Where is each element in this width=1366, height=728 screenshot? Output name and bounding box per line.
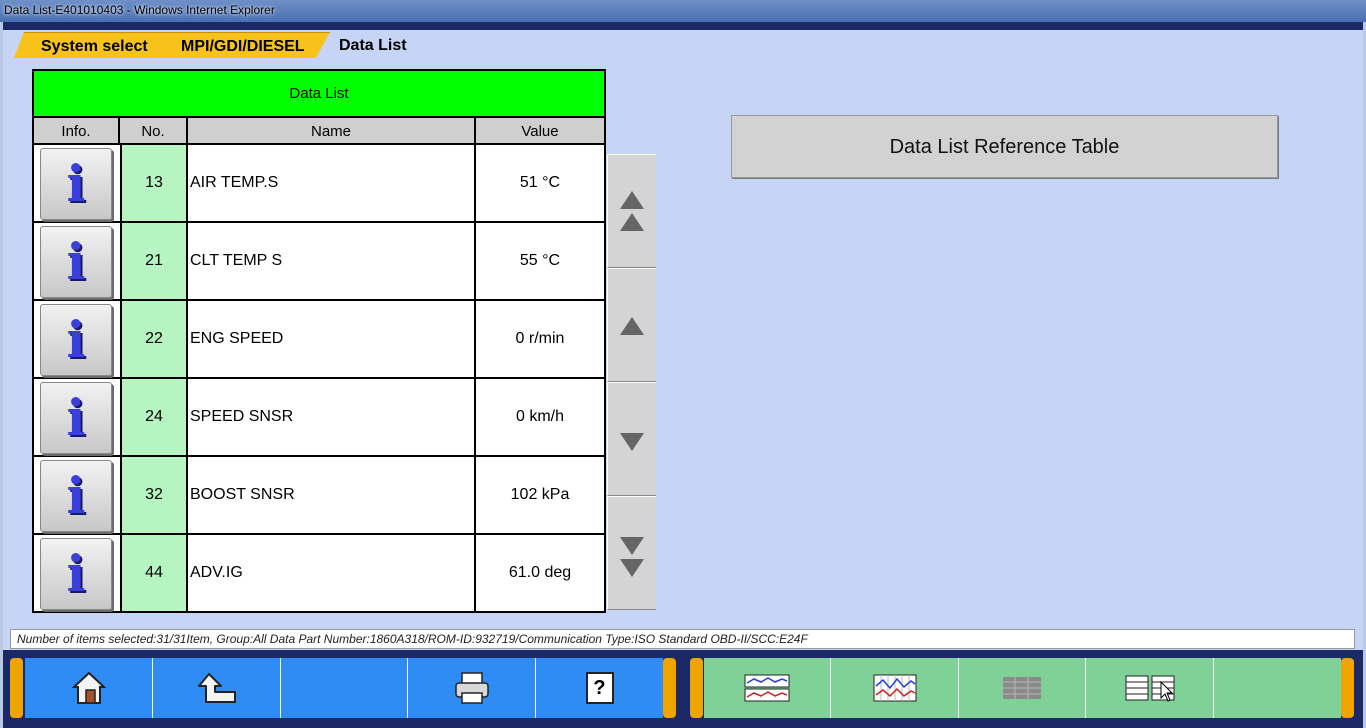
row-name: SPEED SNSR	[190, 408, 294, 425]
toolbar-right-cap	[690, 658, 703, 718]
table-row: i 13 AIR TEMP.S 51 °C	[34, 145, 604, 223]
row-value: 51 °C	[474, 145, 604, 221]
printer-icon	[454, 672, 489, 704]
info-icon: i	[66, 388, 86, 447]
double-up-arrow-icon-2	[620, 213, 644, 231]
info-button[interactable]: i	[40, 148, 112, 220]
double-down-arrow-icon	[620, 537, 644, 555]
row-name: CLT TEMP S	[190, 252, 283, 269]
info-button[interactable]: i	[40, 226, 112, 298]
breadcrumb-system-select[interactable]: System select	[14, 32, 172, 58]
list-select-button[interactable]	[1086, 658, 1214, 718]
back-icon	[197, 673, 236, 703]
col-info: Info.	[34, 118, 120, 145]
table-row: i 22 ENG SPEED 0 r/min	[34, 301, 604, 379]
info-button[interactable]: i	[40, 538, 112, 610]
row-value: 0 r/min	[474, 301, 604, 377]
graph-grid-button[interactable]	[831, 658, 959, 718]
up-arrow-icon	[620, 317, 644, 335]
info-icon: i	[66, 544, 86, 603]
info-icon: i	[66, 310, 86, 369]
graph-button[interactable]	[704, 658, 831, 718]
info-button[interactable]: i	[40, 304, 112, 376]
row-name: BOOST SNSR	[190, 486, 295, 503]
toolbar-left-end-cap	[663, 658, 676, 718]
toolbar-left-cap	[10, 658, 23, 718]
info-cell: i	[34, 145, 120, 221]
row-number: 24	[120, 379, 188, 455]
info-cell: i	[34, 535, 120, 611]
table-row: i 24 SPEED SNSR 0 km/h	[34, 379, 604, 457]
info-icon: i	[66, 232, 86, 291]
scroll-page-down-button[interactable]	[607, 496, 656, 610]
row-number: 21	[120, 223, 188, 299]
table-row: i 21 CLT TEMP S 55 °C	[34, 223, 604, 301]
row-value: 61.0 deg	[474, 535, 604, 611]
row-name: ADV.IG	[190, 564, 243, 581]
list-select-icon	[1125, 675, 1174, 702]
row-name: ENG SPEED	[190, 330, 284, 347]
data-list-table: Data List Info. No. Name Value i 13 AIR TE…	[32, 69, 606, 613]
row-value: 0 km/h	[474, 379, 604, 455]
down-arrow-icon	[620, 433, 644, 451]
back-button[interactable]	[153, 658, 281, 718]
help-icon: ?	[585, 672, 614, 704]
info-icon: i	[66, 154, 86, 213]
table-title: Data List	[34, 71, 604, 118]
toolbar-left: ?	[25, 658, 663, 718]
help-button[interactable]: ?	[536, 658, 663, 718]
row-value: 102 kPa	[474, 457, 604, 533]
table-view-button[interactable]	[959, 658, 1086, 718]
graph-icon	[744, 674, 790, 702]
toolbar-right-end-cap	[1341, 658, 1354, 718]
empty-button[interactable]	[281, 658, 408, 718]
row-value: 55 °C	[474, 223, 604, 299]
row-name: AIR TEMP.S	[190, 174, 279, 191]
row-number: 22	[120, 301, 188, 377]
row-number: 32	[120, 457, 188, 533]
graph-grid-icon	[873, 674, 916, 702]
data-list-reference-table-button[interactable]: Data List Reference Table	[731, 115, 1278, 178]
print-button[interactable]	[408, 658, 536, 718]
table-row: i 44 ADV.IG 61.0 deg	[34, 535, 604, 613]
info-cell: i	[34, 301, 120, 377]
scroll-page-up-button[interactable]	[607, 154, 656, 268]
info-cell: i	[34, 379, 120, 455]
row-number: 13	[120, 145, 188, 221]
info-cell: i	[34, 223, 120, 299]
col-value: Value	[474, 118, 604, 145]
col-no: No.	[120, 118, 188, 145]
empty-green-button[interactable]	[1214, 658, 1341, 718]
info-button[interactable]: i	[40, 382, 112, 454]
table-icon	[1003, 677, 1041, 699]
double-down-arrow-icon-2	[620, 559, 644, 577]
home-icon	[70, 671, 107, 704]
info-button[interactable]: i	[40, 460, 112, 532]
breadcrumb-mpi-gdi-diesel[interactable]: MPI/GDI/DIESEL	[152, 32, 330, 58]
scroll-down-button[interactable]	[607, 382, 656, 496]
double-up-arrow-icon	[620, 191, 644, 209]
scroll-up-button[interactable]	[607, 268, 656, 382]
col-name: Name	[188, 118, 474, 145]
table-row: i 32 BOOST SNSR 102 kPa	[34, 457, 604, 535]
window-title: Data List-E401010403 - Windows Internet …	[0, 0, 1366, 22]
status-bar: Number of items selected:31/31Item, Grou…	[10, 629, 1355, 649]
home-button[interactable]	[25, 658, 153, 718]
toolbar-right	[704, 658, 1341, 718]
breadcrumb-current: Data List	[339, 37, 407, 54]
info-icon: i	[66, 466, 86, 525]
info-cell: i	[34, 457, 120, 533]
row-number: 44	[120, 535, 188, 611]
